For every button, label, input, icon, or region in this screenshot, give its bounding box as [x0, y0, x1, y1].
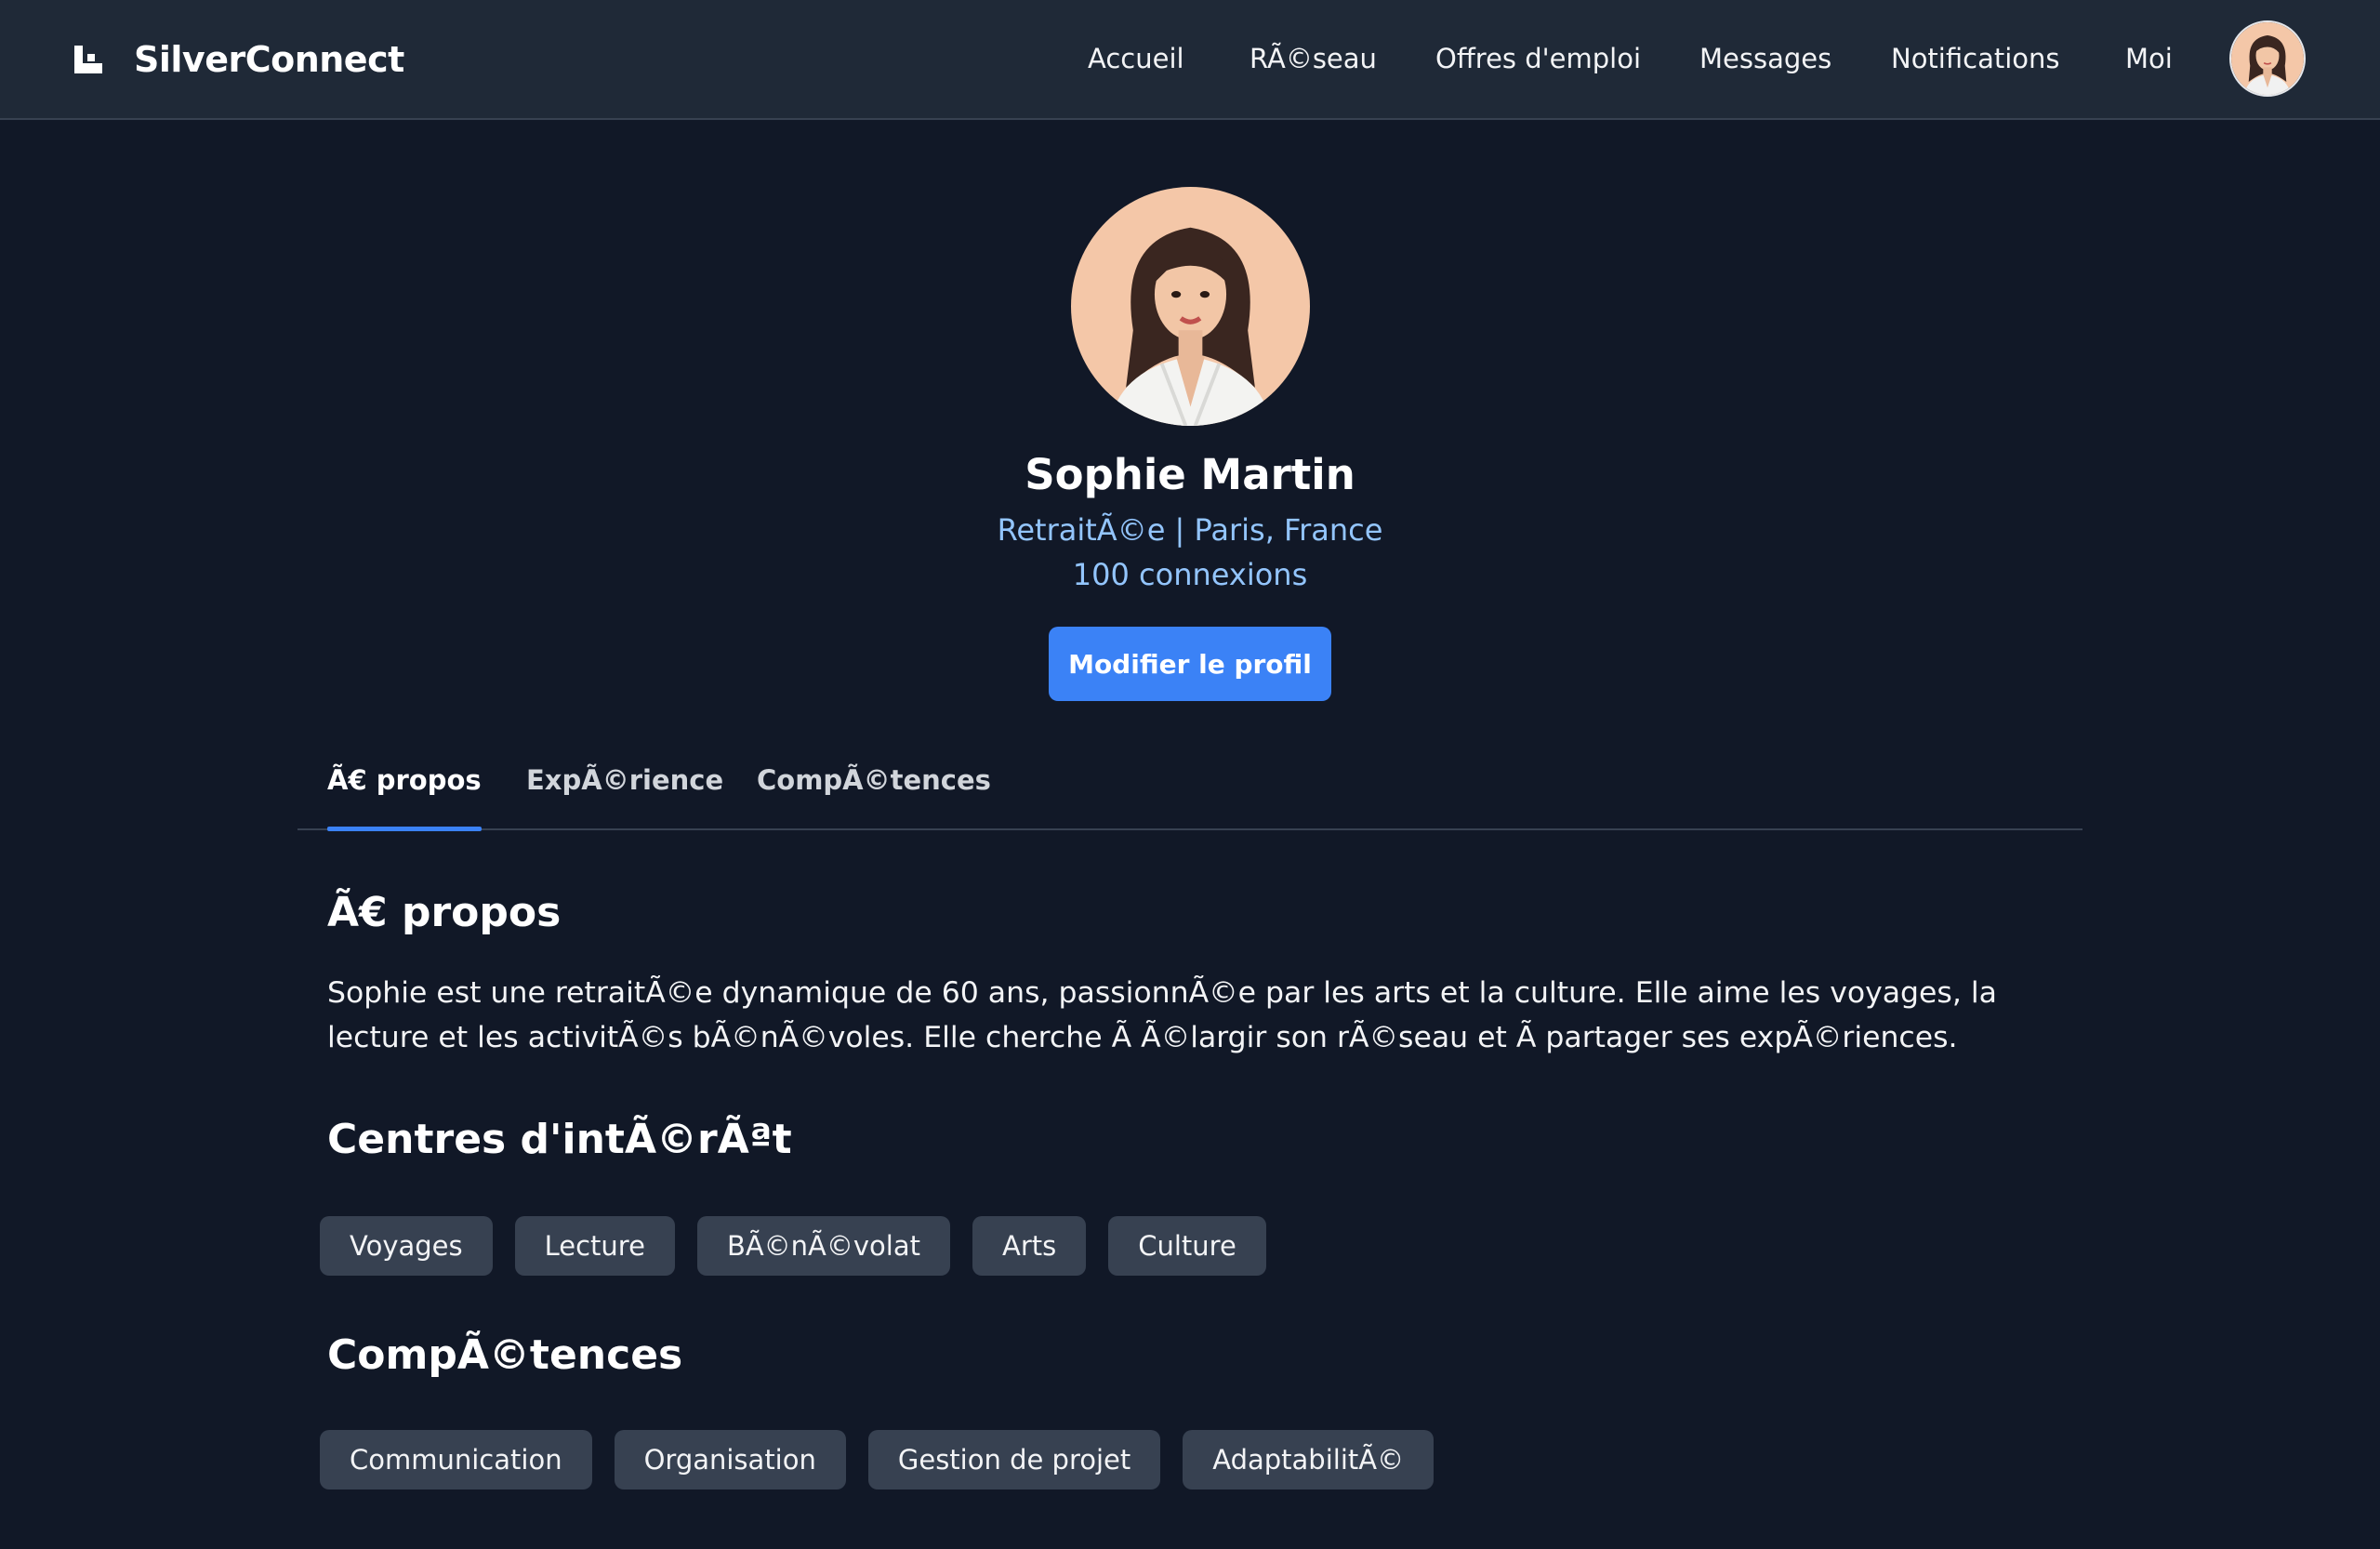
- nav-avatar[interactable]: [2229, 20, 2306, 97]
- skill-chip-gestion-projet[interactable]: Gestion de projet: [867, 1430, 1161, 1489]
- top-navigation-bar: SilverConnect Accueil RÃ©seau Offres d'e…: [0, 0, 2380, 120]
- interests-list: Voyages Lecture BÃ©nÃ©volat Arts Culture: [320, 1216, 1266, 1276]
- interests-title: Centres d'intÃ©rÃªt: [327, 1116, 792, 1163]
- interest-chip-culture[interactable]: Culture: [1108, 1216, 1266, 1276]
- about-title: Ã€ propos: [327, 889, 562, 936]
- nav-item-notifications[interactable]: Notifications: [1891, 0, 2060, 118]
- avatar-portrait-icon: [2231, 22, 2304, 95]
- avatar-portrait-icon: [1071, 187, 1310, 426]
- tab-experience[interactable]: ExpÃ©rience: [526, 744, 723, 830]
- profile-avatar: [1071, 187, 1310, 426]
- nav-item-moi[interactable]: Moi: [2125, 0, 2173, 118]
- logo-icon: [74, 45, 102, 73]
- profile-name: Sophie Martin: [1025, 450, 1355, 499]
- connections-count[interactable]: 100 connexions: [0, 557, 2380, 592]
- profile-headline: RetraitÃ©e | Paris, France: [997, 512, 1383, 548]
- nav-item-messages[interactable]: Messages: [1699, 0, 1831, 118]
- skill-chip-organisation[interactable]: Organisation: [614, 1430, 846, 1489]
- interest-chip-benevolat[interactable]: BÃ©nÃ©volat: [696, 1216, 950, 1276]
- tab-competences[interactable]: CompÃ©tences: [757, 744, 991, 830]
- tab-a-propos[interactable]: Ã€ propos: [327, 744, 482, 831]
- app-name: SilverConnect: [134, 38, 404, 80]
- interest-chip-arts[interactable]: Arts: [972, 1216, 1087, 1276]
- skills-title: CompÃ©tences: [327, 1331, 683, 1379]
- nav-item-accueil[interactable]: Accueil: [1088, 0, 1184, 118]
- about-text: Sophie est une retraitÃ©e dynamique de 6…: [327, 976, 1997, 1054]
- skill-chip-adaptabilite[interactable]: AdaptabilitÃ©: [1183, 1430, 1435, 1489]
- interest-chip-lecture[interactable]: Lecture: [514, 1216, 675, 1276]
- skills-list: Communication Organisation Gestion de pr…: [320, 1430, 1435, 1489]
- brand[interactable]: SilverConnect: [74, 0, 404, 118]
- edit-profile-button[interactable]: Modifier le profil: [1049, 627, 1331, 701]
- nav-item-offres-emploi[interactable]: Offres d'emploi: [1435, 0, 1641, 118]
- nav-item-reseau[interactable]: RÃ©seau: [1250, 0, 1377, 118]
- interest-chip-voyages[interactable]: Voyages: [320, 1216, 493, 1276]
- skill-chip-communication[interactable]: Communication: [320, 1430, 592, 1489]
- profile-tabs: Ã€ propos ExpÃ©rience CompÃ©tences: [298, 744, 2082, 831]
